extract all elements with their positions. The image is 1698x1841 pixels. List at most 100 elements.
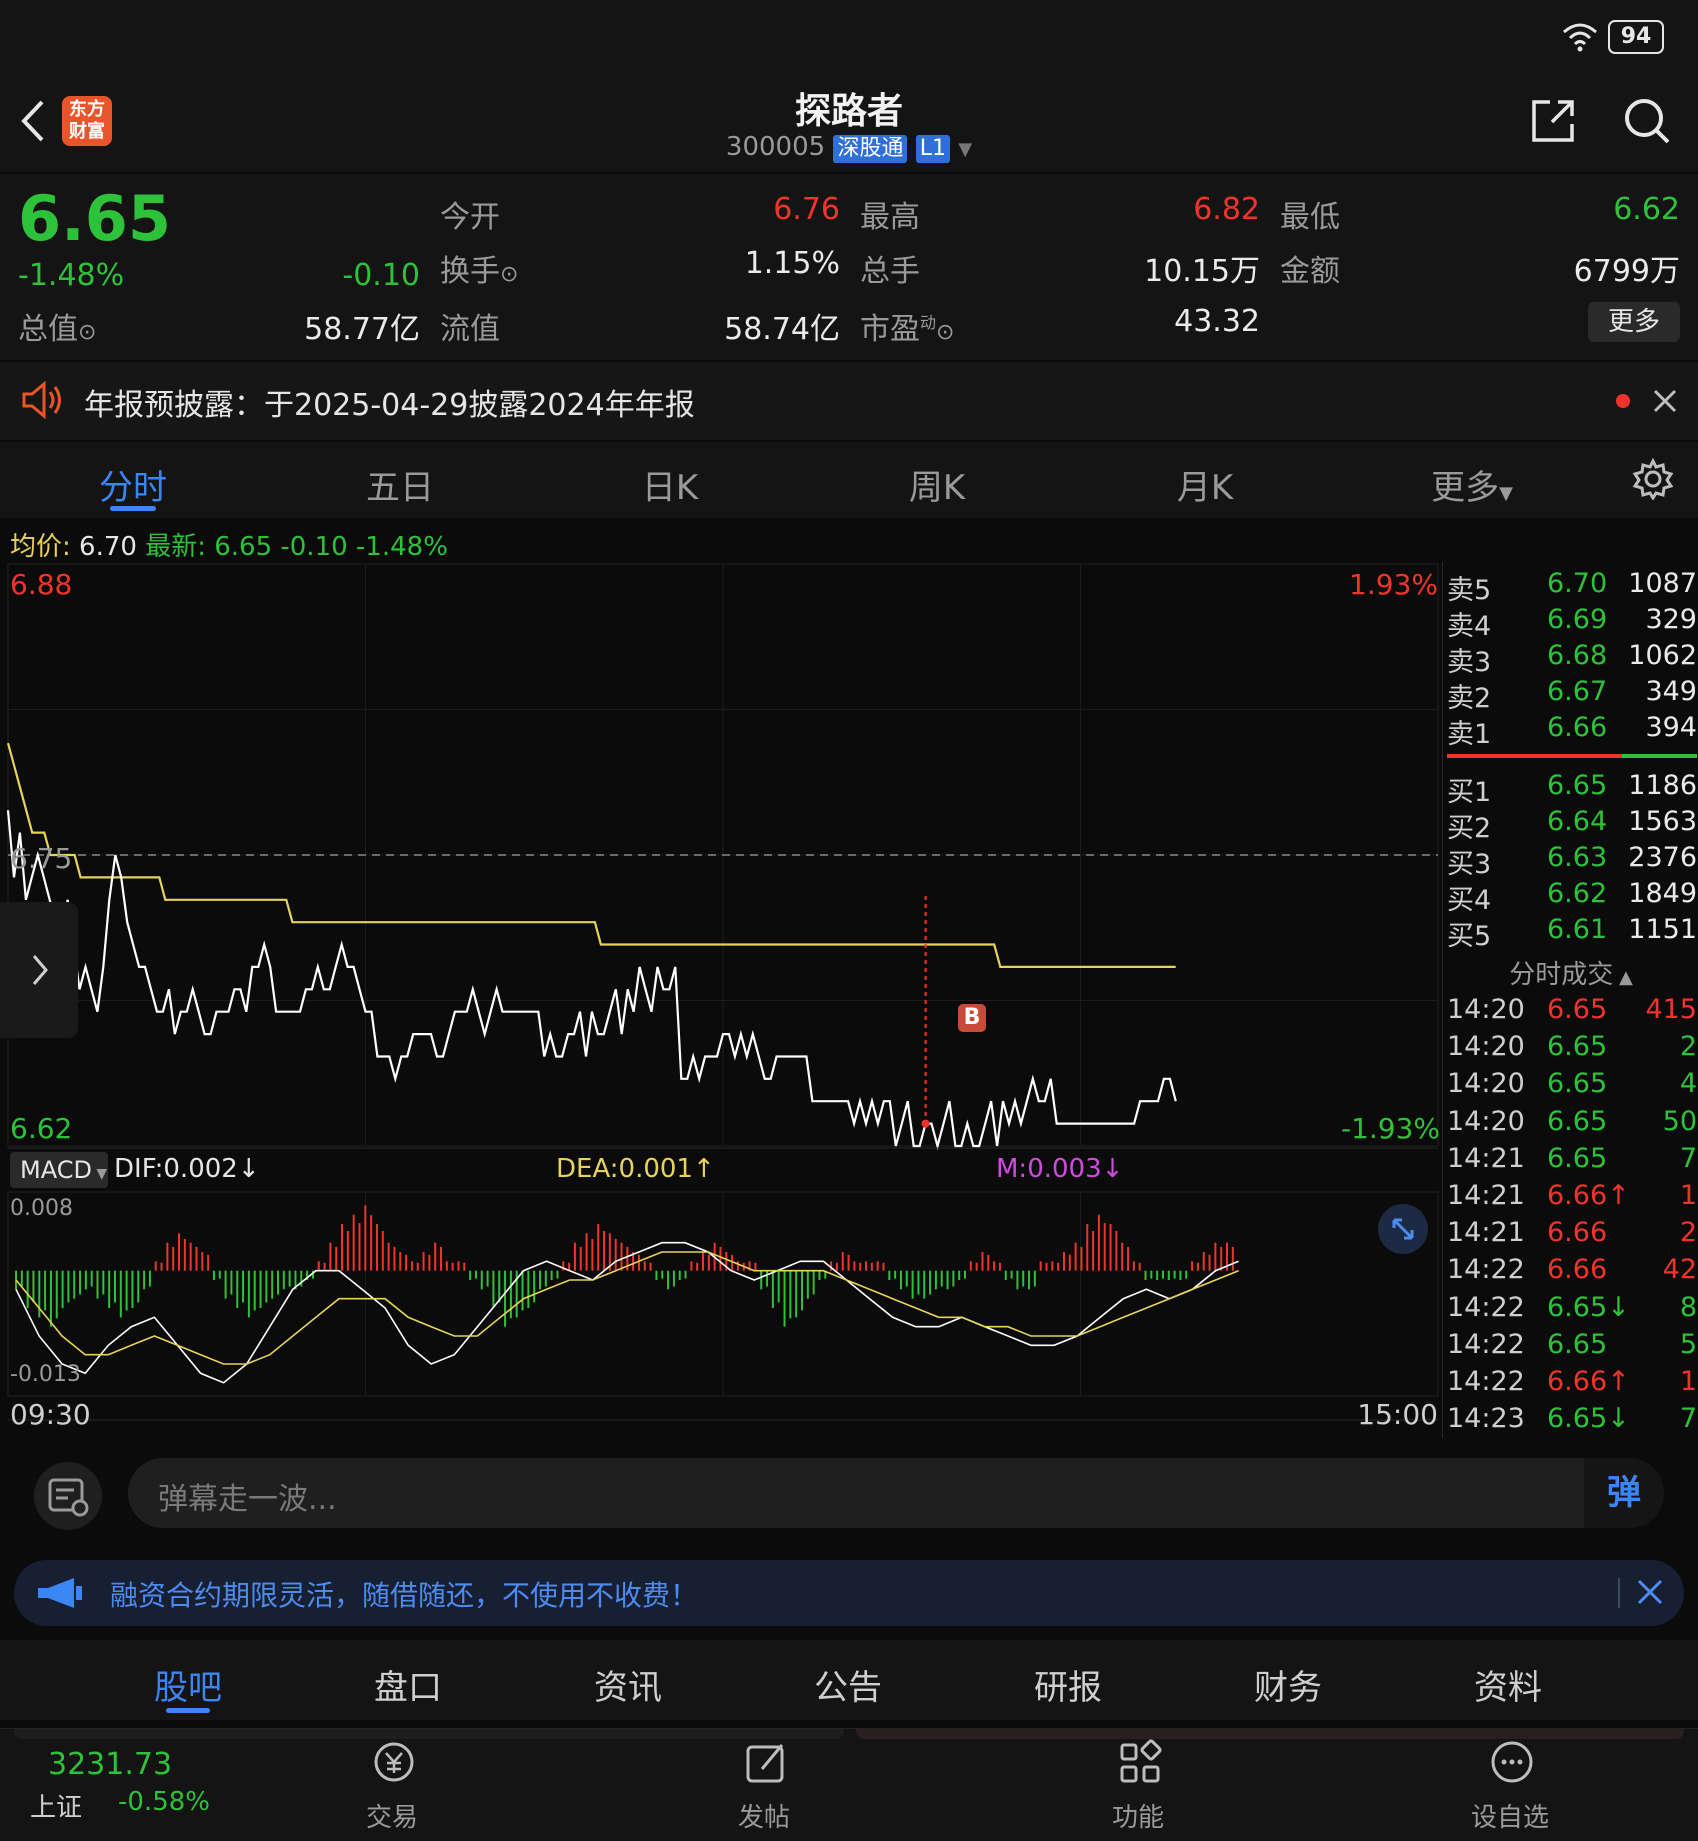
ask-row[interactable]: 卖4 6.69 329 [1447,604,1697,642]
ticks-title[interactable]: 分时成交 ▲ [1443,954,1698,991]
index-value[interactable]: 3231.73 [48,1747,172,1782]
bid-row-price: 6.65 [1547,770,1608,801]
fullscreen-button[interactable] [1378,1204,1428,1254]
tick-row[interactable]: 14:22 6.65↓ 8 [1447,1292,1697,1326]
bid-row[interactable]: 买3 6.63 2376 [1447,842,1697,880]
nav-functions[interactable]: 功能 [1048,1729,1228,1841]
tick-row[interactable]: 14:21 6.65 7 [1447,1143,1697,1177]
bid-row[interactable]: 买1 6.65 1186 [1447,770,1697,808]
promo-banner[interactable]: 融资合约期限灵活，随借随还，不使用不收费！ [14,1560,1684,1626]
ask-row-price: 6.70 [1547,568,1608,599]
quote-panel: 6.65 -1.48% -0.10 总值⊙ 58.77亿 今开 6.76 换手⊙… [0,174,1698,360]
expand-panel-handle[interactable] [0,902,78,1038]
tick-row[interactable]: 14:21 6.66 2 [1447,1217,1697,1251]
tab-more[interactable]: 更多▼ [1372,460,1572,509]
dif-text: DIF:0.002 [114,1154,238,1184]
tick-row[interactable]: 14:22 6.66 42 [1447,1254,1697,1288]
tick-row[interactable]: 14:20 6.65 2 [1447,1031,1697,1065]
yuan-icon [374,1742,414,1782]
share-icon[interactable] [1530,98,1576,144]
pe-label[interactable]: 市盈动⊙ [860,304,954,348]
tick-row[interactable]: 14:22 6.66↑ 1 [1447,1366,1697,1400]
nav-trade[interactable]: 交易 [302,1729,482,1841]
tab-research[interactable]: 研报 [988,1660,1148,1709]
last-price: 6.65 [18,182,171,255]
nav-add-watchlist[interactable]: 设自选 [1420,1729,1600,1841]
notice-text: 年报预披露：于2025-04-29披露2024年年报 [84,388,695,423]
tab-weekly-k[interactable]: 周K [837,460,1037,509]
ask-row[interactable]: 卖2 6.67 349 [1447,676,1697,714]
ask-row[interactable]: 卖3 6.68 1062 [1447,640,1697,678]
notice-bar[interactable]: 年报预披露：于2025-04-29披露2024年年报 [0,362,1698,440]
turnover-label[interactable]: 换手⊙ [440,246,518,290]
tab-profile[interactable]: 资料 [1428,1660,1588,1709]
order-book: 卖5 6.70 1087 卖4 6.69 329 卖3 6.68 1062 卖2 6.67 349 卖1… [1442,562,1698,1438]
tick-row-label: 14:22 [1447,1254,1525,1286]
info-icon[interactable]: ⊙ [936,320,954,345]
tick-row-label: 14:22 [1447,1291,1525,1323]
indicator-select[interactable]: MACD ▼ [10,1152,108,1188]
tab-five-day[interactable]: 五日 [300,460,500,509]
tab-pankou[interactable]: 盘口 [328,1660,488,1709]
stock-code-row[interactable]: 300005 深股通 L1 ▼ [0,132,1698,163]
ask-row-label: 卖1 [1447,719,1492,750]
danmu-input[interactable]: 弹幕走一波... 弹 [128,1458,1664,1528]
expand-icon [1392,1218,1414,1240]
danmu-send-button[interactable]: 弹 [1584,1458,1664,1528]
search-icon[interactable] [1622,96,1672,146]
bid-row[interactable]: 买5 6.61 1151 [1447,914,1697,952]
megaphone-icon [38,1578,82,1608]
buy-marker[interactable]: B [958,1004,986,1032]
float-label: 流值 [440,312,500,347]
index-pct: -0.58% [118,1787,210,1817]
ask-row-label: 卖4 [1447,611,1492,642]
tick-row[interactable]: 14:20 6.65 415 [1447,994,1697,1028]
collapse-icon: ▲ [1613,967,1633,988]
intraday-chart[interactable] [0,560,1440,1440]
ask-row[interactable]: 卖1 6.66 394 [1447,712,1697,750]
dif-value: DIF:0.002↓ [114,1154,260,1184]
nav-post[interactable]: 发帖 [674,1729,854,1841]
bid-row[interactable]: 买4 6.62 1849 [1447,878,1697,916]
tick-row-price: 6.65 [1547,1068,1608,1100]
bid-row[interactable]: 买2 6.64 1563 [1447,806,1697,844]
more-button[interactable]: 更多 [1588,302,1680,342]
tick-row-volume: 415 [1645,994,1697,1025]
pe-label-text: 市盈 [860,312,920,347]
bid-row-label: 买3 [1447,849,1492,880]
pct-min-label: -1.93% [1340,1112,1440,1145]
tick-row[interactable]: 14:23 6.65↓ 7 [1447,1403,1697,1437]
tab-announcements[interactable]: 公告 [768,1660,928,1709]
total-value-label[interactable]: 总值⊙ [18,304,96,348]
info-icon[interactable]: ⊙ [500,262,518,287]
speaker-icon [22,380,61,420]
m-value: M:0.003↓ [996,1154,1123,1184]
tab-intraday[interactable]: 分时 [33,460,233,509]
divider [1618,1578,1620,1608]
high-value: 6.82 [1193,192,1260,227]
ask-row-price: 6.68 [1547,640,1608,671]
info-icon[interactable]: ⊙ [78,320,96,345]
close-icon[interactable] [1636,1578,1664,1606]
dropdown-icon[interactable]: ▼ [958,139,972,160]
tab-finance[interactable]: 财务 [1208,1660,1368,1709]
float-value: 58.74亿 [724,312,840,347]
ask-row[interactable]: 卖5 6.70 1087 [1447,568,1697,606]
tick-row-label: 14:20 [1447,1068,1525,1100]
avg-value: 6.70 [79,532,137,562]
tick-row[interactable]: 14:21 6.66↑ 1 [1447,1180,1697,1214]
tab-monthly-k[interactable]: 月K [1105,460,1305,509]
tick-row-price: 6.65↓ [1547,1403,1630,1435]
close-icon[interactable] [1652,388,1678,414]
gear-icon[interactable] [1632,458,1674,500]
tick-row[interactable]: 14:20 6.65 4 [1447,1068,1697,1102]
tab-news[interactable]: 资讯 [548,1660,708,1709]
tab-daily-k[interactable]: 日K [570,460,770,509]
ticks-title-text: 分时成交 [1509,960,1614,990]
tick-row[interactable]: 14:22 6.65 5 [1447,1329,1697,1363]
danmu-settings-button[interactable] [34,1462,102,1530]
dropdown-icon: ▼ [91,1166,108,1182]
tab-guba[interactable]: 股吧 [108,1660,268,1709]
tick-row[interactable]: 14:20 6.65 50 [1447,1106,1697,1140]
active-tab-indicator [166,1708,210,1713]
